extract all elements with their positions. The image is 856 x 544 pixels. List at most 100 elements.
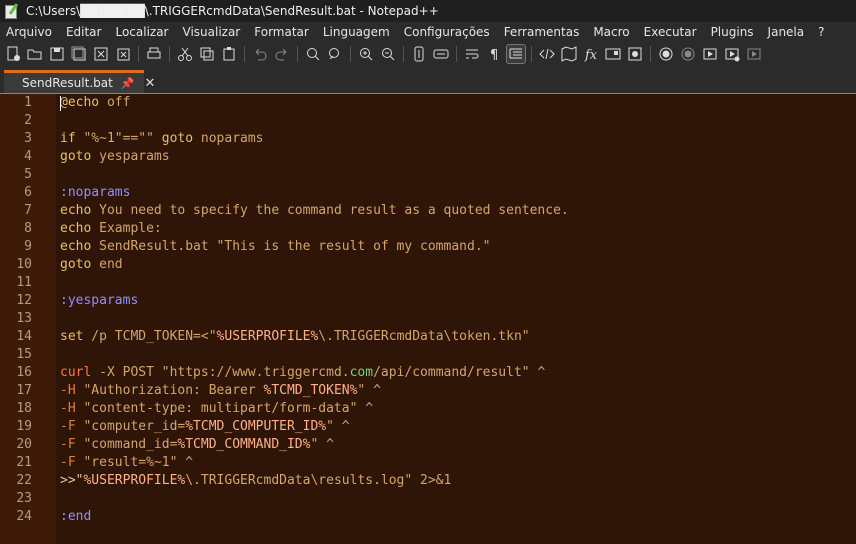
line-text: :noparams — [60, 184, 130, 202]
menu-ferramentas[interactable]: Ferramentas — [497, 25, 587, 39]
save-icon[interactable] — [48, 45, 66, 63]
print-icon[interactable] — [145, 45, 163, 63]
code-line[interactable]: 3 if "%~1"=="" goto noparams — [0, 130, 856, 148]
code-token: /api/command/result" ^ — [373, 365, 546, 380]
text-caret — [60, 96, 61, 111]
code-line[interactable]: 7 echo You need to specify the command re… — [0, 202, 856, 220]
language-icon[interactable] — [538, 45, 556, 63]
replace-icon[interactable] — [326, 45, 344, 63]
code-line[interactable]: 11 — [0, 274, 856, 292]
code-line[interactable]: 1 @echo off — [0, 94, 856, 112]
code-line[interactable]: 4 goto yesparams — [0, 148, 856, 166]
code-line[interactable]: 10 goto end — [0, 256, 856, 274]
tab-sendresult-bat[interactable]: SendResult.bat 📌 ✕ — [4, 70, 155, 93]
code-token: \.TRIGGERcmdData\results.log" 2>&1 — [185, 473, 452, 488]
code-token: yesparams — [91, 149, 170, 164]
menu-configura-es[interactable]: Configurações — [397, 25, 497, 39]
code-line[interactable]: 18 -H "content-type: multipart/form-data"… — [0, 400, 856, 418]
sync-vertical-icon[interactable] — [410, 45, 428, 63]
menu-linguagem[interactable]: Linguagem — [316, 25, 397, 39]
menu-arquivo[interactable]: Arquivo — [0, 25, 59, 39]
code-editor[interactable]: 1 @echo off 2 3 if "%~1"=="" goto noparams 4 g… — [0, 94, 856, 544]
copy-icon[interactable] — [198, 45, 216, 63]
code-line[interactable]: 24:end — [0, 508, 856, 526]
code-line[interactable]: 21 -F "result=%~1" ^ — [0, 454, 856, 472]
save-all-icon[interactable] — [70, 45, 88, 63]
window-title: C:\Users\███████\.TRIGGERcmdData\SendRes… — [26, 4, 439, 18]
run-macro-multiple-icon[interactable] — [723, 45, 741, 63]
code-token: off — [99, 95, 131, 110]
line-number: 16 — [16, 365, 32, 380]
new-file-icon[interactable] — [4, 45, 22, 63]
line-number: 18 — [16, 401, 32, 416]
code-token: goto — [60, 257, 92, 272]
open-file-icon[interactable] — [26, 45, 44, 63]
folder-workspace-icon[interactable] — [604, 45, 622, 63]
tab-close-icon[interactable]: ✕ — [145, 76, 156, 91]
indent-guide-icon[interactable] — [506, 44, 526, 64]
menu-localizar[interactable]: Localizar — [108, 25, 175, 39]
line-text: -H "content-type: multipart/form-data" ^ — [60, 400, 373, 418]
code-line[interactable]: 6:noparams — [0, 184, 856, 202]
menu-help[interactable]: ? — [811, 25, 831, 39]
sync-horizontal-icon[interactable] — [432, 45, 450, 63]
find-icon[interactable] — [304, 45, 322, 63]
menu-plugins[interactable]: Plugins — [704, 25, 761, 39]
line-number: 22 — [16, 473, 32, 488]
line-text: -F "result=%~1" ^ — [60, 454, 193, 472]
code-token: %TCMD_TOKEN% — [263, 383, 358, 398]
line-text: :yesparams — [60, 292, 138, 310]
code-line[interactable]: 14 set /p TCMD_TOKEN=<"%USERPROFILE%\.TRI… — [0, 328, 856, 346]
save-macro-icon[interactable] — [745, 45, 763, 63]
code-line[interactable]: 2 — [0, 112, 856, 130]
menu-formatar[interactable]: Formatar — [247, 25, 316, 39]
code-line[interactable]: 5 — [0, 166, 856, 184]
menu-macro[interactable]: Macro — [586, 25, 636, 39]
line-text: >>"%USERPROFILE%\.TRIGGERcmdData\results… — [60, 472, 451, 490]
zoom-in-icon[interactable] — [357, 45, 375, 63]
code-token: " ^ — [310, 437, 334, 452]
toolbar-separator — [456, 46, 457, 62]
line-text: if "%~1"=="" goto noparams — [60, 130, 264, 148]
redo-icon[interactable] — [273, 45, 291, 63]
code-token: -F — [60, 455, 76, 470]
line-number: 1 — [24, 95, 32, 110]
code-line[interactable]: 17 -H "Authorization: Bearer %TCMD_TOKEN%… — [0, 382, 856, 400]
code-line[interactable]: 19 -F "computer_id=%TCMD_COMPUTER_ID%" ^ — [0, 418, 856, 436]
code-line[interactable]: 8 echo Example: — [0, 220, 856, 238]
play-macro-icon[interactable] — [701, 45, 719, 63]
code-token: set — [60, 329, 84, 344]
monitoring-icon[interactable] — [626, 45, 644, 63]
menu-visualizar[interactable]: Visualizar — [176, 25, 248, 39]
code-token: "content-type: multipart/form-data" ^ — [75, 401, 374, 416]
code-line[interactable]: 16 curl -X POST "https://www.triggercmd.c… — [0, 364, 856, 382]
record-macro-icon[interactable] — [657, 45, 675, 63]
pin-icon[interactable]: 📌 — [121, 77, 135, 90]
menu-editar[interactable]: Editar — [59, 25, 109, 39]
cut-icon[interactable] — [176, 45, 194, 63]
zoom-out-icon[interactable] — [379, 45, 397, 63]
line-number: 15 — [16, 347, 32, 362]
toolbar-separator — [244, 46, 245, 62]
code-line[interactable]: 23 — [0, 490, 856, 508]
function-list-icon[interactable]: fx — [582, 45, 600, 63]
toolbar: ¶ fx — [0, 42, 856, 66]
code-line[interactable]: 13 — [0, 310, 856, 328]
line-text: echo Example: — [60, 220, 162, 238]
paste-icon[interactable] — [220, 45, 238, 63]
code-line[interactable]: 22 >>"%USERPROFILE%\.TRIGGERcmdData\resul… — [0, 472, 856, 490]
menu-janela[interactable]: Janela — [761, 25, 812, 39]
close-all-icon[interactable] — [114, 45, 132, 63]
undo-icon[interactable] — [251, 45, 269, 63]
word-wrap-icon[interactable] — [463, 45, 481, 63]
code-line[interactable]: 20 -F "command_id=%TCMD_COMMAND_ID%" ^ — [0, 436, 856, 454]
show-all-chars-icon[interactable]: ¶ — [485, 45, 503, 63]
close-icon[interactable] — [92, 45, 110, 63]
code-line[interactable]: 12:yesparams — [0, 292, 856, 310]
menu-executar[interactable]: Executar — [637, 25, 704, 39]
code-line[interactable]: 9 echo SendResult.bat "This is the result… — [0, 238, 856, 256]
stop-macro-icon[interactable] — [679, 45, 697, 63]
code-line[interactable]: 15 — [0, 346, 856, 364]
document-map-icon[interactable] — [560, 45, 578, 63]
code-area[interactable]: 1 @echo off 2 3 if "%~1"=="" goto noparams 4 g… — [0, 94, 856, 526]
